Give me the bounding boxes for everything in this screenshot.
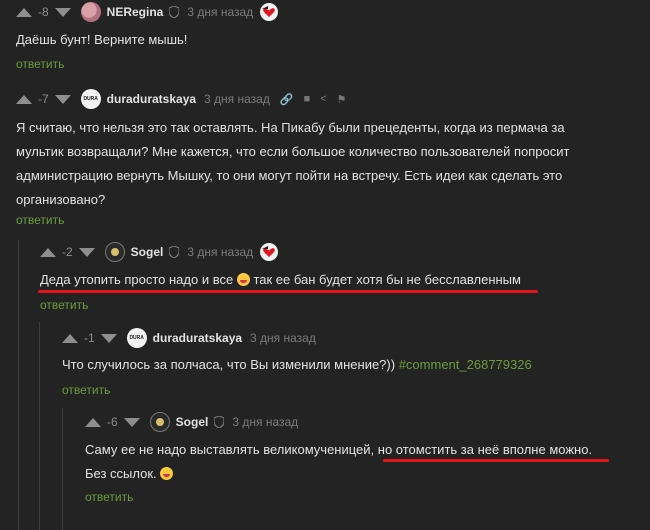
upvote-icon[interactable]	[16, 7, 32, 17]
comment-date: 3 дня назад	[204, 92, 270, 106]
comment-header: -8 NERegina 3 дня назад	[16, 0, 279, 24]
comment-line: Без ссылок.	[85, 462, 592, 486]
author-name[interactable]: duraduratskaya	[107, 92, 196, 106]
rating: -6	[107, 415, 118, 429]
author-name[interactable]: Sogel	[131, 245, 164, 259]
avatar[interactable]	[104, 242, 125, 262]
comment-anchor-link[interactable]: #comment_268779326	[399, 357, 532, 372]
shield-icon	[169, 6, 180, 18]
comment-text-part: Без ссылок.	[85, 466, 157, 481]
reply-link[interactable]: ответить	[85, 490, 133, 504]
laughing-emoji-icon	[236, 273, 250, 286]
comment-date: 3 дня назад	[187, 5, 254, 19]
upvote-icon[interactable]	[62, 333, 78, 343]
comment-text-part: Что случилось за полчаса, что Вы изменил…	[62, 357, 396, 372]
author-name[interactable]: Sogel	[176, 415, 209, 429]
comment-text: Даёшь бунт! Верните мышь!	[16, 32, 188, 47]
upvote-icon[interactable]	[16, 94, 32, 104]
rating: -7	[38, 92, 49, 106]
heart-badge-icon	[260, 3, 279, 21]
thread-line[interactable]	[18, 240, 19, 530]
thread-line[interactable]	[62, 408, 63, 530]
comment-text-part: но отомстить за неё вполне можно.	[377, 442, 593, 457]
downvote-icon[interactable]	[54, 7, 71, 17]
comment-date: 3 дня назад	[232, 415, 299, 429]
red-underline	[38, 290, 538, 293]
comment-text: Что случилось за полчаса, что Вы изменил…	[62, 353, 532, 377]
share-icon[interactable]: <	[320, 93, 326, 105]
comment-line: организовано?	[16, 192, 106, 207]
reply-link[interactable]: ответить	[62, 383, 110, 397]
avatar[interactable]	[149, 412, 170, 432]
upvote-icon[interactable]	[85, 417, 101, 427]
rating: -1	[84, 331, 95, 345]
upvote-icon[interactable]	[40, 247, 56, 257]
reply-link[interactable]: ответить	[40, 298, 88, 312]
avatar[interactable]: DURA	[80, 89, 101, 109]
comment-line: мультик возвращали? Мне кажется, что есл…	[16, 144, 570, 159]
avatar[interactable]	[80, 2, 101, 22]
comment-date: 3 дня назад	[187, 245, 254, 259]
vote-block: -6	[85, 415, 140, 429]
comment-header: -1 DURA duraduratskaya 3 дня назад	[62, 326, 316, 350]
comment-date: 3 дня назад	[250, 331, 316, 345]
shield-icon	[169, 246, 180, 258]
save-icon[interactable]: ■	[304, 93, 311, 105]
shield-icon	[214, 416, 225, 428]
vote-block: -8	[16, 5, 71, 19]
comment-line: Я считаю, что нельзя это так оставлять. …	[16, 120, 565, 135]
red-underline	[383, 459, 609, 462]
comment-header: -7 DURA duraduratskaya 3 дня назад 🔗 ■ <…	[16, 87, 347, 111]
downvote-icon[interactable]	[100, 333, 117, 343]
comment-header: -6 Sogel 3 дня назад	[85, 410, 298, 434]
comment-text-part: Деда утопить просто надо и все	[40, 272, 234, 287]
avatar[interactable]: DURA	[126, 328, 147, 348]
thread-line[interactable]	[39, 322, 40, 530]
comment-line: администрацию вернуть Мышку, то они могу…	[16, 168, 563, 183]
downvote-icon[interactable]	[78, 247, 95, 257]
heart-badge-icon	[260, 243, 279, 261]
rating: -2	[62, 245, 73, 259]
reply-link[interactable]: ответить	[16, 213, 64, 227]
reply-link[interactable]: ответить	[16, 57, 64, 71]
vote-block: -1	[62, 331, 117, 345]
vote-block: -7	[16, 92, 71, 106]
comment-text: Деда утопить просто надо и все так ее ба…	[40, 268, 521, 292]
flag-icon[interactable]: ⚑	[337, 93, 347, 106]
comment-text-part: так ее бан будет хотя бы не бесславленны…	[253, 272, 521, 287]
comment-text-part: Саму ее не надо выставлять великомучениц…	[85, 442, 375, 457]
downvote-icon[interactable]	[54, 94, 71, 104]
author-name[interactable]: duraduratskaya	[153, 331, 242, 345]
comment-header: -2 Sogel 3 дня назад	[40, 240, 279, 264]
laughing-emoji-icon	[160, 467, 174, 480]
comment-text: Я считаю, что нельзя это так оставлять. …	[16, 116, 569, 212]
rating: -8	[38, 5, 49, 19]
comment-text: Саму ее не надо выставлять великомучениц…	[85, 438, 592, 486]
link-icon[interactable]: 🔗	[280, 93, 294, 106]
downvote-icon[interactable]	[123, 417, 140, 427]
vote-block: -2	[40, 245, 95, 259]
author-name[interactable]: NERegina	[107, 5, 164, 19]
